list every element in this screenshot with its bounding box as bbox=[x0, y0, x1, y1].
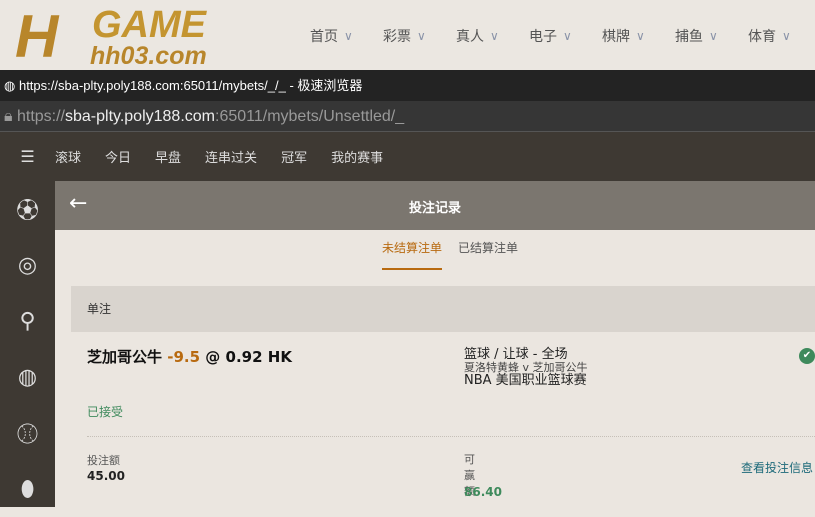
site-nav: 首页 ∨ 彩票 ∨ 真人 ∨ 电子 ∨ 棋牌 ∨ 捕鱼 ∨ 体育 ∨ bbox=[310, 26, 815, 46]
sport-sidebar: ⚽︎ ◎ ⚲ ◍ ⚾︎ ⬮ bbox=[0, 181, 55, 507]
sports-tab[interactable]: 滚球 bbox=[55, 147, 81, 166]
bet-tabs: 未结算注单 已结算注单 bbox=[55, 230, 815, 270]
globe-icon: ◍ bbox=[4, 78, 19, 93]
sports-tab[interactable]: 早盘 bbox=[155, 147, 181, 166]
nav-item[interactable]: 捕鱼 ∨ bbox=[675, 26, 748, 46]
sports-tab[interactable]: 冠军 bbox=[281, 147, 307, 166]
tab-settled[interactable]: 已结算注单 bbox=[458, 239, 518, 256]
football-icon[interactable]: ⬮ bbox=[0, 461, 55, 517]
sports-tab[interactable]: 今日 bbox=[105, 147, 131, 166]
hh-game-logo[interactable]: H GAME hh03.com bbox=[10, 2, 270, 70]
chevron-down-icon: ∨ bbox=[709, 29, 718, 43]
chevron-down-icon: ∨ bbox=[782, 29, 791, 43]
volleyball-icon[interactable]: ◍ bbox=[0, 349, 55, 405]
chevron-down-icon: ∨ bbox=[417, 29, 426, 43]
address-bar[interactable]: 🔒︎ https://sba-plty.poly188.com:65011/my… bbox=[0, 101, 815, 132]
basketball-icon[interactable]: ◎ bbox=[0, 237, 55, 293]
soccer-icon[interactable]: ⚽︎ bbox=[0, 181, 55, 237]
tab-unsettled[interactable]: 未结算注单 bbox=[382, 239, 442, 270]
nav-item[interactable]: 彩票 ∨ bbox=[383, 26, 456, 46]
chevron-down-icon: ∨ bbox=[490, 29, 499, 43]
nav-item[interactable]: 电子 ∨ bbox=[529, 26, 602, 46]
check-circle-icon: ✔ bbox=[799, 348, 815, 364]
nav-item[interactable]: 棋牌 ∨ bbox=[602, 26, 675, 46]
page-title: 投注记录 bbox=[408, 201, 461, 216]
chevron-down-icon: ∨ bbox=[636, 29, 645, 43]
win-value: 86.40 bbox=[464, 485, 502, 499]
chevron-down-icon: ∨ bbox=[344, 29, 353, 43]
chevron-down-icon: ∨ bbox=[563, 29, 572, 43]
divider bbox=[87, 436, 815, 437]
bet-card: 芝加哥公牛 -9.5 @ 0.92 HK 篮球 / 让球 - 全场 夏洛特黄蜂 … bbox=[87, 347, 815, 499]
nav-item[interactable]: 真人 ∨ bbox=[456, 26, 529, 46]
menu-icon[interactable]: ☰ bbox=[0, 147, 55, 166]
baseball-icon[interactable]: ⚾︎ bbox=[0, 405, 55, 461]
view-bet-details-link[interactable]: 查看投注信息 bbox=[741, 459, 813, 476]
nav-item[interactable]: 首页 ∨ bbox=[310, 26, 383, 46]
window-title: ◍ https://sba-plty.poly188.com:65011/myb… bbox=[0, 70, 815, 101]
section-single-bet: 单注 bbox=[71, 286, 815, 332]
site-header: H GAME hh03.com 首页 ∨ 彩票 ∨ 真人 ∨ 电子 ∨ 棋牌 ∨ 捕鱼 ∨ … bbox=[0, 0, 815, 70]
sports-tab[interactable]: 连串过关 bbox=[205, 147, 257, 166]
sports-tab[interactable]: 我的赛事 bbox=[331, 147, 383, 166]
status-badge: 已接受 bbox=[87, 405, 124, 419]
stake-value: 45.00 bbox=[87, 469, 125, 483]
nav-item[interactable]: 体育 ∨ bbox=[748, 26, 815, 46]
sports-nav: ☰ 滚球 今日 早盘 连串过关 冠军 我的赛事 bbox=[0, 132, 815, 181]
bet-selection: 芝加哥公牛 -9.5 @ 0.92 HK bbox=[87, 348, 292, 366]
lock-icon: 🔒︎ bbox=[4, 108, 17, 125]
page-header: ← 投注记录 bbox=[55, 181, 815, 230]
bet-market: 篮球 / 让球 - 全场 夏洛特黄蜂 v 芝加哥公牛 NBA 美国职业篮球赛 bbox=[464, 347, 588, 388]
tennis-icon[interactable]: ⚲ bbox=[0, 293, 55, 349]
